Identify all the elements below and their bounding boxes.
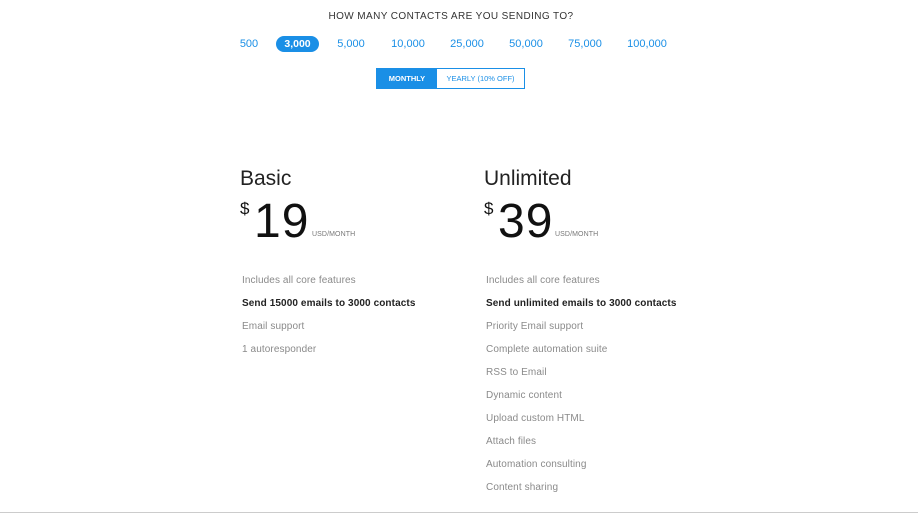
plan-name: Basic	[240, 167, 292, 190]
feature-item: Includes all core features	[242, 275, 356, 286]
price: $ 39 USD/MONTH	[484, 195, 724, 253]
price-period: USD/MONTH	[312, 231, 356, 238]
feature-item: Upload custom HTML	[486, 413, 585, 424]
divider	[0, 512, 918, 513]
feature-item: Dynamic content	[486, 390, 562, 401]
feature-item: Complete automation suite	[486, 344, 608, 355]
billing-toggle: MONTHLY YEARLY (10% OFF)	[376, 68, 525, 89]
feature-item: RSS to Email	[486, 367, 547, 378]
contacts-option-50000[interactable]: 50,000	[506, 36, 546, 52]
feature-item: Send 15000 emails to 3000 contacts	[242, 298, 416, 309]
billing-monthly-button[interactable]: MONTHLY	[377, 69, 437, 88]
contacts-selector: 500 3,000 5,000 10,000 25,000 50,000 75,…	[0, 36, 918, 52]
feature-item: Attach files	[486, 436, 537, 447]
plan-name: Unlimited	[484, 167, 572, 190]
contacts-option-25000[interactable]: 25,000	[447, 36, 487, 52]
feature-item: Automation consulting	[486, 459, 587, 470]
contacts-option-75000[interactable]: 75,000	[565, 36, 605, 52]
feature-item: Send unlimited emails to 3000 contacts	[486, 298, 677, 309]
contacts-option-5000[interactable]: 5,000	[334, 36, 368, 52]
contacts-question: HOW MANY CONTACTS ARE YOU SENDING TO?	[328, 11, 574, 22]
price-amount: 19	[254, 195, 310, 248]
feature-item: Email support	[242, 321, 305, 332]
feature-item: 1 autoresponder	[242, 344, 317, 355]
currency-symbol: $	[484, 199, 494, 218]
currency-symbol: $	[240, 199, 250, 218]
feature-item: Priority Email support	[486, 321, 584, 332]
contacts-option-3000[interactable]: 3,000	[276, 36, 319, 52]
price-period: USD/MONTH	[555, 231, 599, 238]
contacts-option-10000[interactable]: 10,000	[388, 36, 428, 52]
feature-list: Includes all core features Send 15000 em…	[242, 269, 460, 361]
plan-card-unlimited: Unlimited $ 39 USD/MONTH Includes all co…	[484, 166, 724, 499]
feature-item: Includes all core features	[486, 275, 600, 286]
price: $ 19 USD/MONTH	[240, 195, 460, 253]
feature-list: Includes all core features Send unlimite…	[486, 269, 724, 499]
billing-yearly-button[interactable]: YEARLY (10% OFF)	[437, 69, 524, 88]
feature-item: Content sharing	[486, 482, 559, 493]
price-amount: 39	[498, 195, 554, 248]
contacts-option-100000[interactable]: 100,000	[624, 36, 670, 52]
plan-card-basic: Basic $ 19 USD/MONTH Includes all core f…	[240, 166, 460, 361]
contacts-option-500[interactable]: 500	[236, 36, 262, 52]
